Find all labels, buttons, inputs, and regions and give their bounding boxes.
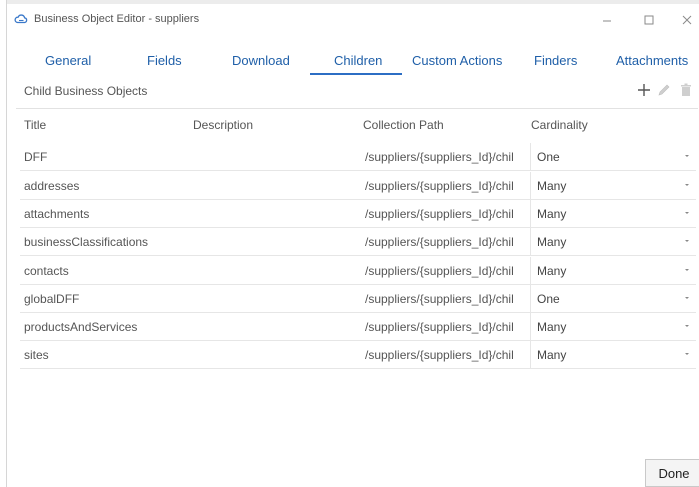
cardinality-select[interactable]: Many	[530, 257, 697, 284]
active-tab-indicator	[310, 73, 402, 75]
cardinality-select[interactable]: Many	[530, 172, 697, 199]
cardinality-select[interactable]: Many	[530, 313, 697, 340]
chevron-down-icon	[685, 269, 689, 271]
row-title: productsAndServices	[24, 320, 138, 334]
maximize-button[interactable]	[636, 8, 662, 32]
header-collection-path[interactable]: Collection Path	[363, 118, 444, 132]
header-description[interactable]: Description	[193, 118, 253, 132]
table-row[interactable]: sites /suppliers/{suppliers_Id}/chil Man…	[20, 341, 696, 369]
row-title: globalDFF	[24, 292, 80, 306]
chevron-down-icon	[685, 325, 689, 327]
section-divider	[16, 108, 698, 109]
tab-children[interactable]: Children	[334, 53, 382, 68]
section-title: Child Business Objects	[24, 84, 148, 98]
table-row[interactable]: DFF /suppliers/{suppliers_Id}/chil One	[20, 143, 696, 171]
row-title: businessClassifications	[24, 235, 149, 249]
pencil-icon[interactable]	[656, 82, 672, 98]
chevron-down-icon	[685, 353, 689, 355]
cardinality-value: One	[537, 292, 560, 306]
table-row[interactable]: businessClassifications /suppliers/{supp…	[20, 228, 696, 256]
header-cardinality[interactable]: Cardinality	[531, 118, 588, 132]
tab-custom-actions[interactable]: Custom Actions	[412, 53, 502, 68]
cardinality-value: Many	[537, 235, 567, 249]
chevron-down-icon	[685, 212, 689, 214]
left-window-border	[0, 0, 7, 487]
cardinality-value: Many	[537, 179, 567, 193]
close-button[interactable]	[674, 8, 699, 32]
table-header: Title Description Collection Path Cardin…	[16, 118, 698, 136]
row-collection-path: /suppliers/{suppliers_Id}/chil	[365, 179, 514, 193]
cardinality-select[interactable]: One	[530, 285, 697, 312]
chevron-down-icon	[685, 297, 689, 299]
tab-attachments[interactable]: Attachments	[616, 53, 688, 68]
cardinality-value: Many	[537, 207, 567, 221]
row-collection-path: /suppliers/{suppliers_Id}/chil	[365, 348, 514, 362]
row-title: attachments	[24, 207, 90, 221]
minimize-icon	[603, 20, 611, 22]
tab-finders[interactable]: Finders	[534, 53, 577, 68]
maximize-icon	[644, 15, 654, 25]
tab-general[interactable]: General	[45, 53, 91, 68]
chevron-down-icon	[685, 155, 689, 157]
tab-download[interactable]: Download	[232, 53, 290, 68]
trash-icon[interactable]	[678, 82, 694, 98]
row-collection-path: /suppliers/{suppliers_Id}/chil	[365, 207, 514, 221]
chevron-down-icon	[685, 240, 689, 242]
row-collection-path: /suppliers/{suppliers_Id}/chil	[365, 320, 514, 334]
row-title: sites	[24, 348, 49, 362]
done-button[interactable]: Done	[645, 459, 699, 487]
cardinality-select[interactable]: One	[530, 143, 697, 170]
cardinality-select[interactable]: Many	[530, 200, 697, 227]
table-row[interactable]: attachments /suppliers/{suppliers_Id}/ch…	[20, 200, 696, 228]
table-row[interactable]: addresses /suppliers/{suppliers_Id}/chil…	[20, 172, 696, 200]
title-bar: Business Object Editor - suppliers	[8, 4, 699, 36]
row-collection-path: /suppliers/{suppliers_Id}/chil	[365, 292, 514, 306]
close-icon	[682, 15, 692, 25]
tab-fields[interactable]: Fields	[147, 53, 182, 68]
cardinality-value: Many	[537, 348, 567, 362]
window-title: Business Object Editor - suppliers	[34, 13, 200, 25]
row-title: DFF	[24, 150, 48, 164]
cardinality-select[interactable]: Many	[530, 341, 697, 368]
tab-bar: General Fields Download Children Custom …	[8, 46, 699, 76]
table-row[interactable]: productsAndServices /suppliers/{supplier…	[20, 313, 696, 341]
row-collection-path: /suppliers/{suppliers_Id}/chil	[365, 235, 514, 249]
cardinality-select[interactable]: Many	[530, 228, 697, 255]
cardinality-value: Many	[537, 320, 567, 334]
chevron-down-icon	[685, 184, 689, 186]
business-object-editor-window: Business Object Editor - suppliers Gener…	[8, 4, 699, 487]
row-title: addresses	[24, 179, 80, 193]
header-title[interactable]: Title	[24, 118, 46, 132]
table-row[interactable]: globalDFF /suppliers/{suppliers_Id}/chil…	[20, 285, 696, 313]
minimize-button[interactable]	[594, 8, 620, 32]
cloud-icon	[14, 14, 28, 24]
cardinality-value: Many	[537, 264, 567, 278]
row-collection-path: /suppliers/{suppliers_Id}/chil	[365, 264, 514, 278]
plus-icon[interactable]	[636, 82, 652, 98]
row-title: contacts	[24, 264, 69, 278]
row-collection-path: /suppliers/{suppliers_Id}/chil	[365, 150, 514, 164]
cardinality-value: One	[537, 150, 560, 164]
table-row[interactable]: contacts /suppliers/{suppliers_Id}/chil …	[20, 257, 696, 285]
